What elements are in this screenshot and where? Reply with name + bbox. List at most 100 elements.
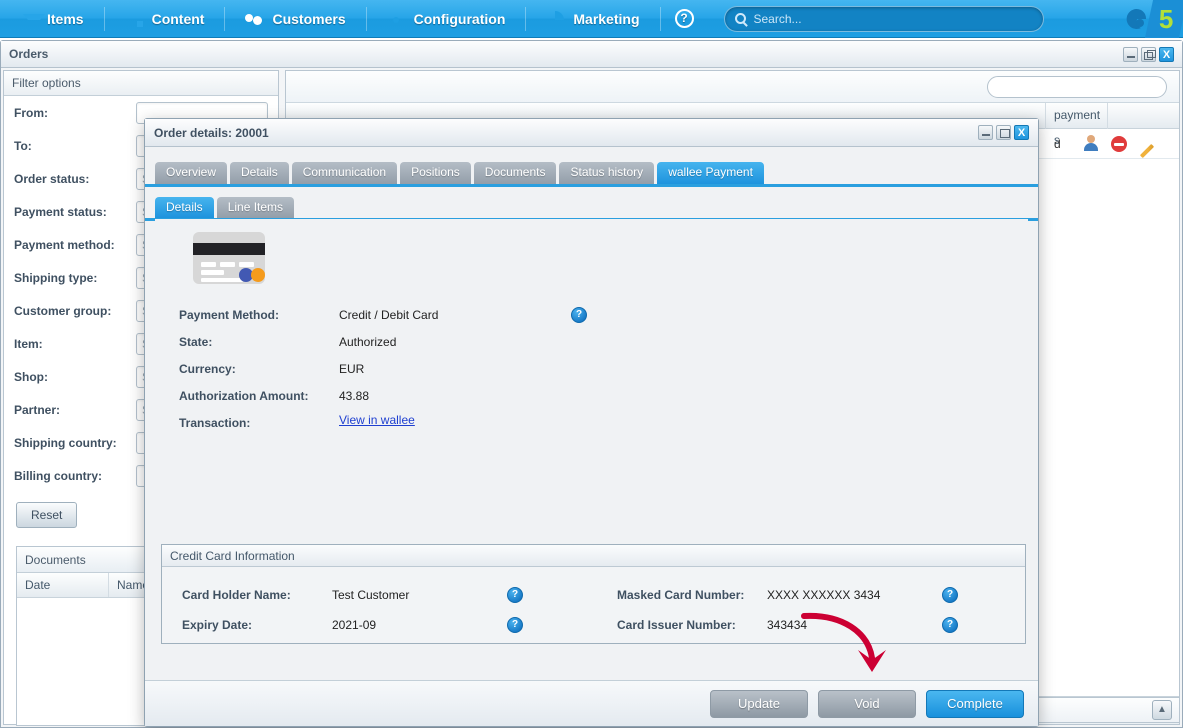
modal-window-controls: X (978, 125, 1029, 140)
credit-card-icon (193, 232, 265, 284)
nav-item-marketing[interactable]: Marketing (526, 0, 659, 38)
field-value: EUR (339, 362, 365, 376)
filter-label-shipping-type: Shipping type: (14, 270, 98, 285)
filter-options-title: Filter options (12, 76, 81, 90)
gear-icon (387, 11, 405, 27)
nav-item-customers[interactable]: Customers (225, 0, 365, 38)
nav-item-label: Customers (272, 10, 346, 27)
scroll-to-top-icon[interactable]: ▲ (1152, 700, 1172, 720)
tab-documents[interactable]: Documents (473, 162, 557, 184)
pie-chart-icon (546, 11, 564, 27)
subtab-details[interactable]: Details (155, 197, 214, 218)
orders-window-controls: X (1123, 46, 1174, 62)
column-header-date[interactable]: Date (17, 573, 109, 597)
nav-item-items[interactable]: Items (0, 0, 104, 38)
tab-details[interactable]: Details (230, 162, 289, 184)
close-icon: X (1017, 127, 1026, 139)
field-masked-card-number: Masked Card Number: XXXX XXXXXX 3434 ? (617, 585, 958, 605)
reset-button[interactable]: Reset (16, 502, 78, 528)
user-icon[interactable] (1082, 135, 1099, 152)
field-value: 43.88 (339, 389, 370, 403)
field-label: Expiry Date: (182, 618, 253, 632)
field-card-holder-name: Card Holder Name: Test Customer ? (182, 585, 523, 605)
version-badge: 5 (1144, 0, 1183, 38)
filter-label-payment-status: Payment status: (14, 204, 107, 219)
search-input[interactable] (753, 11, 1033, 26)
help-icon[interactable]: ? (942, 617, 958, 633)
field-label: Card Holder Name: (182, 588, 291, 602)
orders-list-toolbar (286, 71, 1179, 103)
version-number: 5 (1158, 3, 1174, 33)
field-value: 2021-09 (332, 618, 377, 632)
help-icon[interactable]: ? (507, 617, 523, 633)
subtab-line-items[interactable]: Line Items (216, 197, 295, 218)
close-icon: X (1162, 48, 1171, 61)
orders-window-titlebar: Orders X (1, 41, 1182, 68)
nav-item-content[interactable]: Content (105, 0, 225, 38)
filter-label-item: Item: (14, 336, 43, 351)
view-in-wallee-link[interactable]: View in wallee (339, 413, 415, 427)
help-icon: ? (674, 9, 694, 28)
edit-pencil-icon[interactable] (1139, 143, 1155, 158)
filter-label-billing-country: Billing country: (14, 468, 102, 483)
update-button[interactable]: Update (710, 689, 808, 718)
field-expiry-date: Expiry Date: 2021-09 ? (182, 615, 523, 635)
help-icon[interactable]: ? (571, 307, 587, 323)
credit-card-information-header: Credit Card Information (162, 545, 1025, 567)
credit-card-information-section: Credit Card Information Card Holder Name… (161, 544, 1026, 644)
field-card-issuer-number: Card Issuer Number: 343434 ? (617, 615, 958, 635)
nav-item-label: Configuration (413, 10, 506, 27)
field-value: XXXX XXXXXX 3434 (767, 588, 881, 602)
shopware-logo-icon (1119, 4, 1149, 34)
field-currency: Currency: EUR (179, 359, 739, 379)
filter-label-partner: Partner: (14, 402, 61, 417)
modal-titlebar: Order details: 20001 X (145, 119, 1038, 147)
field-label: Card Issuer Number: (617, 618, 736, 632)
filter-label-shop: Shop: (14, 369, 48, 384)
field-label: Currency: (179, 362, 236, 376)
section-legend: Credit Card Information (170, 548, 295, 563)
help-icon[interactable]: ? (507, 587, 523, 603)
field-state: State: Authorized (179, 332, 739, 352)
field-value: Authorized (339, 335, 397, 349)
filter-label-customer-group: Customer group: (14, 303, 112, 318)
block-icon[interactable] (1111, 135, 1127, 152)
field-transaction: Transaction: View in wallee (179, 413, 739, 433)
modal-close-button[interactable]: X (1014, 125, 1029, 140)
field-label: Payment Method: (179, 308, 280, 322)
orders-list-search-input[interactable] (987, 75, 1167, 98)
modal-title-text: Order details: 20001 (154, 125, 269, 140)
modal-minimize-button[interactable] (978, 125, 993, 140)
complete-button[interactable]: Complete (926, 689, 1024, 718)
modal-tab-bar: Overview Details Communication Positions… (145, 159, 1038, 187)
modal-sub-tab-bar: Details Line Items (145, 196, 1038, 221)
restore-button[interactable] (1141, 46, 1156, 62)
minimize-button[interactable] (1123, 46, 1138, 62)
modal-footer: Update Void Complete (145, 680, 1038, 726)
tab-status-history[interactable]: Status history (559, 162, 655, 184)
content-icon (125, 11, 143, 27)
field-value: Credit / Debit Card (339, 308, 439, 322)
tab-communication[interactable]: Communication (291, 162, 398, 184)
field-payment-method: Payment Method: Credit / Debit Card ? (179, 305, 739, 325)
filter-label-from: From: (14, 105, 48, 120)
tab-positions[interactable]: Positions (400, 162, 471, 184)
void-button[interactable]: Void (818, 689, 916, 718)
customers-icon (245, 11, 263, 27)
close-button[interactable]: X (1159, 46, 1174, 62)
help-icon[interactable]: ? (942, 587, 958, 603)
column-header-payment-status[interactable]: payment s (1046, 102, 1108, 147)
help-button[interactable]: ? (661, 0, 708, 38)
global-search[interactable] (723, 5, 1044, 32)
field-value: 343434 (767, 618, 808, 632)
modal-maximize-button[interactable] (996, 125, 1011, 140)
orders-window-title: Orders (9, 47, 49, 61)
filter-options-header: Filter options (4, 71, 278, 96)
tab-wallee-payment[interactable]: wallee Payment (657, 162, 764, 184)
row-cell-status: d (1054, 136, 1061, 151)
tab-overview[interactable]: Overview (155, 162, 228, 184)
field-label: Authorization Amount: (179, 389, 309, 403)
filter-label-order-status: Order status: (14, 171, 90, 186)
items-icon (20, 11, 38, 27)
nav-item-configuration[interactable]: Configuration (367, 0, 526, 38)
